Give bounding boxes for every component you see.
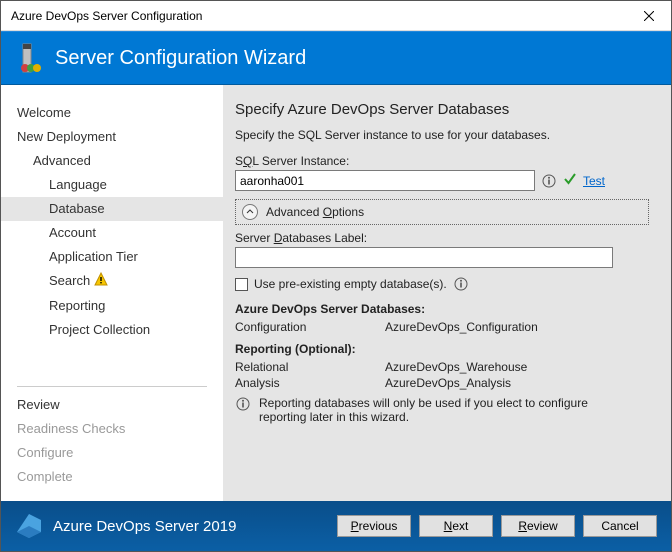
- banner: Server Configuration Wizard: [1, 31, 671, 85]
- previous-button[interactable]: Previous: [337, 515, 411, 537]
- azure-devops-databases-heading: Azure DevOps Server Databases:: [235, 302, 649, 316]
- info-icon[interactable]: [541, 173, 557, 189]
- warning-icon: [94, 272, 108, 291]
- title-bar: Azure DevOps Server Configuration: [1, 1, 671, 31]
- sidebar: WelcomeNew DeploymentAdvancedLanguageDat…: [1, 85, 223, 501]
- footer: Azure DevOps Server 2019 Previous Next R…: [1, 501, 671, 551]
- sidebar-divider: [17, 386, 207, 387]
- sql-server-instance-input[interactable]: [235, 170, 535, 191]
- review-button[interactable]: Review: [501, 515, 575, 537]
- server-databases-label: Server Databases Label:: [235, 231, 649, 245]
- sidebar-item-account[interactable]: Account: [1, 221, 223, 245]
- close-icon: [644, 11, 654, 21]
- sidebar-item-new-deployment[interactable]: New Deployment: [1, 125, 223, 149]
- sidebar-item-advanced[interactable]: Advanced: [1, 149, 223, 173]
- page-lead: Specify the SQL Server instance to use f…: [235, 128, 649, 142]
- use-preexisting-label: Use pre-existing empty database(s).: [254, 277, 447, 291]
- reporting-note: Reporting databases will only be used if…: [235, 396, 649, 424]
- sidebar-item-language[interactable]: Language: [1, 173, 223, 197]
- db-row-analysis: Analysis AzureDevOps_Analysis: [235, 376, 649, 390]
- sidebar-item-complete: Complete: [1, 465, 223, 489]
- sidebar-item-reporting[interactable]: Reporting: [1, 294, 223, 318]
- advanced-options-toggle[interactable]: Advanced Options: [235, 199, 649, 225]
- cancel-button[interactable]: Cancel: [583, 515, 657, 537]
- banner-icon: [17, 42, 43, 74]
- chevron-up-icon: [242, 204, 258, 220]
- info-icon: [235, 396, 251, 412]
- sidebar-item-project-collection[interactable]: Project Collection: [1, 318, 223, 342]
- banner-title: Server Configuration Wizard: [55, 47, 306, 70]
- sidebar-item-configure: Configure: [1, 441, 223, 465]
- close-button[interactable]: [626, 1, 671, 30]
- sidebar-item-review[interactable]: Review: [1, 393, 223, 417]
- page-heading: Specify Azure DevOps Server Databases: [235, 101, 649, 118]
- main-panel: Specify Azure DevOps Server Databases Sp…: [223, 85, 671, 501]
- sidebar-item-search[interactable]: Search: [1, 269, 223, 294]
- product-logo-icon: [15, 512, 43, 540]
- sql-server-instance-label: SQL Server Instance:: [235, 154, 649, 168]
- db-row-relational: Relational AzureDevOps_Warehouse: [235, 360, 649, 374]
- advanced-options-label: Advanced Options: [266, 205, 364, 219]
- test-link[interactable]: Test: [583, 174, 605, 188]
- sidebar-item-database[interactable]: Database: [1, 197, 223, 221]
- success-check-icon: [563, 172, 577, 189]
- next-button[interactable]: Next: [419, 515, 493, 537]
- window-title: Azure DevOps Server Configuration: [11, 9, 202, 23]
- sidebar-item-application-tier[interactable]: Application Tier: [1, 245, 223, 269]
- titlebar-buttons: [626, 1, 671, 30]
- server-databases-label-input[interactable]: [235, 247, 613, 268]
- use-preexisting-checkbox[interactable]: [235, 278, 248, 291]
- reporting-heading: Reporting (Optional):: [235, 342, 649, 356]
- product-name: Azure DevOps Server 2019: [53, 518, 337, 535]
- sidebar-item-readiness-checks: Readiness Checks: [1, 417, 223, 441]
- db-row-configuration: Configuration AzureDevOps_Configuration: [235, 320, 649, 334]
- sidebar-item-welcome[interactable]: Welcome: [1, 101, 223, 125]
- info-icon[interactable]: [453, 276, 469, 292]
